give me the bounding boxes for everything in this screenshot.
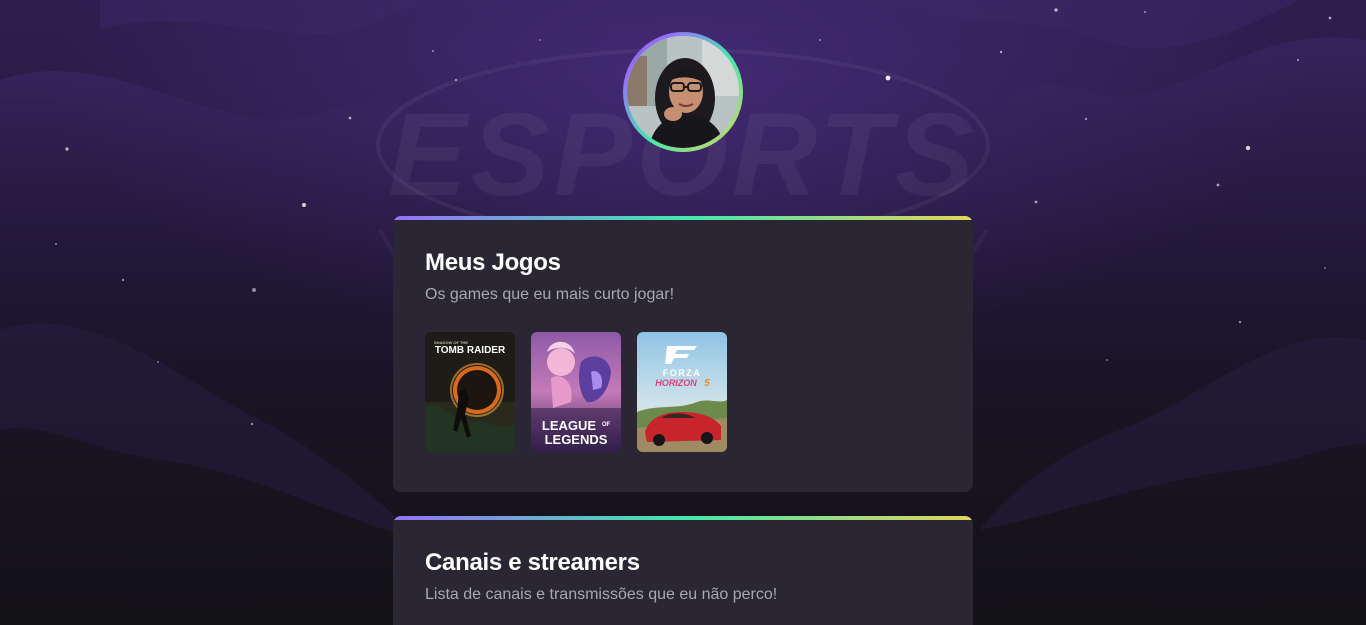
game-cover-league-of-legends[interactable]: LEAGUE OF LEGENDS bbox=[531, 332, 621, 452]
forza-title-line2: HORIZON bbox=[655, 378, 697, 388]
card-gradient-border bbox=[393, 216, 973, 220]
card-gradient-border bbox=[393, 516, 973, 520]
lol-title-line2: LEGENDS bbox=[545, 432, 608, 447]
game-cover-forza-horizon-5[interactable]: FORZA HORIZON 5 bbox=[637, 332, 727, 452]
avatar bbox=[627, 36, 739, 148]
games-card-subtitle: Os games que eu mais curto jogar! bbox=[425, 286, 675, 303]
game-cover-tomb-raider[interactable]: SHADOW OF THE TOMB RAIDER bbox=[425, 332, 515, 452]
lol-title-line1: LEAGUE bbox=[542, 418, 597, 433]
forza-title-line1: FORZA bbox=[663, 368, 702, 378]
page: ESPORTS Meus Jogos Os games que eu mais … bbox=[0, 0, 1366, 625]
avatar-photo bbox=[627, 36, 739, 148]
avatar-ring bbox=[623, 32, 743, 152]
forza-title-number: 5 bbox=[704, 378, 710, 389]
channels-card-title: Canais e streamers bbox=[425, 549, 640, 576]
channels-card-subtitle: Lista de canais e transmissões que eu nã… bbox=[425, 586, 778, 603]
games-card: Meus Jogos Os games que eu mais curto jo… bbox=[393, 216, 973, 492]
games-list: SHADOW OF THE TOMB RAIDER LEAGUE OF LEGE… bbox=[425, 332, 727, 452]
channels-card: Canais e streamers Lista de canais e tra… bbox=[393, 516, 973, 625]
tomb-raider-title: TOMB RAIDER bbox=[435, 345, 506, 356]
lol-title-of: OF bbox=[602, 422, 611, 428]
games-card-title: Meus Jogos bbox=[425, 249, 561, 276]
